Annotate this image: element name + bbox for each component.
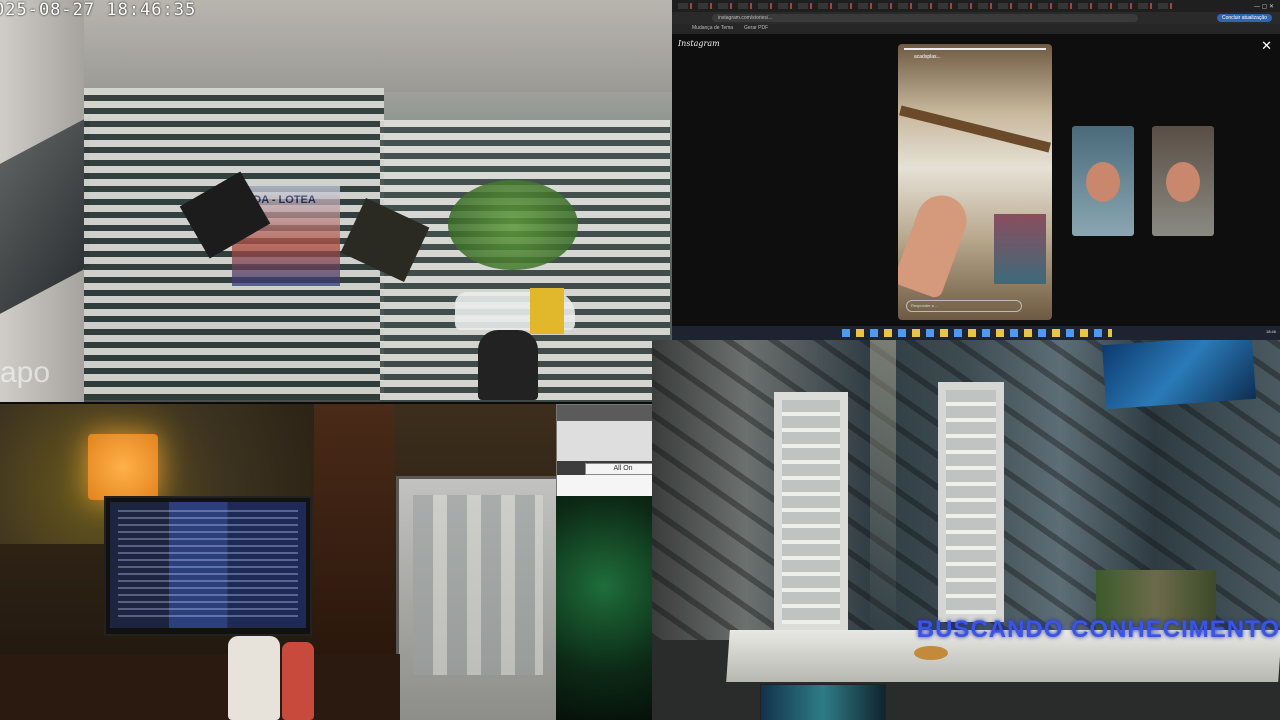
bookmark-item[interactable]: Mudança de Tema: [692, 25, 733, 31]
avatar: [1086, 162, 1120, 202]
camera-feed-gate: ENDA - LOTEA 025-08-27 18:46:35 apo: [0, 0, 672, 402]
windows-taskbar: 18:46: [672, 326, 1280, 340]
story-next[interactable]: [1072, 126, 1134, 236]
bookmark-item[interactable]: Gerar PDF: [744, 25, 768, 31]
close-icon[interactable]: ✕: [1261, 38, 1272, 54]
camera-feed-green: [556, 496, 652, 720]
browser-window: — ▢ ✕ instagram.com/stories/... Concluir…: [672, 0, 1280, 340]
white-door-left: [774, 392, 848, 632]
story-username[interactable]: acadsplas...: [914, 54, 941, 60]
url-field[interactable]: instagram.com/stories/...: [712, 14, 1138, 22]
table-badge: [914, 646, 948, 660]
taskbar-clock[interactable]: 18:46: [1266, 329, 1276, 334]
ceiling-beam: [899, 105, 1051, 153]
story-reply-input[interactable]: Responder a ...: [906, 300, 1022, 312]
story-progress: [904, 48, 1046, 50]
light-beam: [870, 340, 896, 640]
bookmarks-bar: Mudança de Tema Gerar PDF: [672, 24, 1280, 34]
bottle-red: [282, 642, 314, 720]
instagram-logo[interactable]: Instagram: [678, 39, 720, 48]
monitor-screen: [110, 502, 306, 628]
tree: [448, 180, 578, 270]
story-current[interactable]: acadsplas... Responder a ...: [898, 44, 1052, 320]
tab-strip[interactable]: — ▢ ✕: [672, 0, 1280, 12]
door: [314, 404, 394, 654]
wall-tv: [1101, 340, 1257, 410]
browser-tabs[interactable]: [678, 3, 1178, 9]
bottle: [228, 636, 280, 720]
lamp: [88, 434, 158, 500]
camera-timestamp: 025-08-27 18:46:35: [0, 0, 197, 20]
instagram-story-viewer: Instagram ✕ acadsplas... Responder a ...: [672, 34, 1280, 326]
camera-feed-studio: BUSCANDO CONHECIMENTO: [652, 340, 1280, 720]
desk: [0, 654, 400, 720]
yellow-post: [530, 288, 564, 334]
update-button[interactable]: Concluir atualização: [1216, 14, 1272, 22]
white-door-right: [938, 382, 1004, 622]
small-monitor: [760, 684, 886, 720]
overlay-caption: BUSCANDO CONHECIMENTO: [916, 616, 1280, 643]
window-controls[interactable]: — ▢ ✕: [1254, 3, 1274, 10]
address-bar: instagram.com/stories/... Concluir atual…: [672, 12, 1280, 24]
avatar: [1166, 162, 1200, 202]
window-pane: [396, 476, 556, 720]
camera-feed-workshop: [0, 404, 556, 720]
shelf: [994, 214, 1046, 284]
taskbar-icons[interactable]: [842, 329, 1112, 337]
all-on-button[interactable]: All On: [585, 463, 661, 475]
story-next-2[interactable]: [1152, 126, 1214, 236]
camera-watermark: apo: [0, 356, 51, 389]
hand: [898, 188, 974, 300]
scooter: [478, 330, 538, 400]
computer-monitor: [104, 496, 312, 636]
